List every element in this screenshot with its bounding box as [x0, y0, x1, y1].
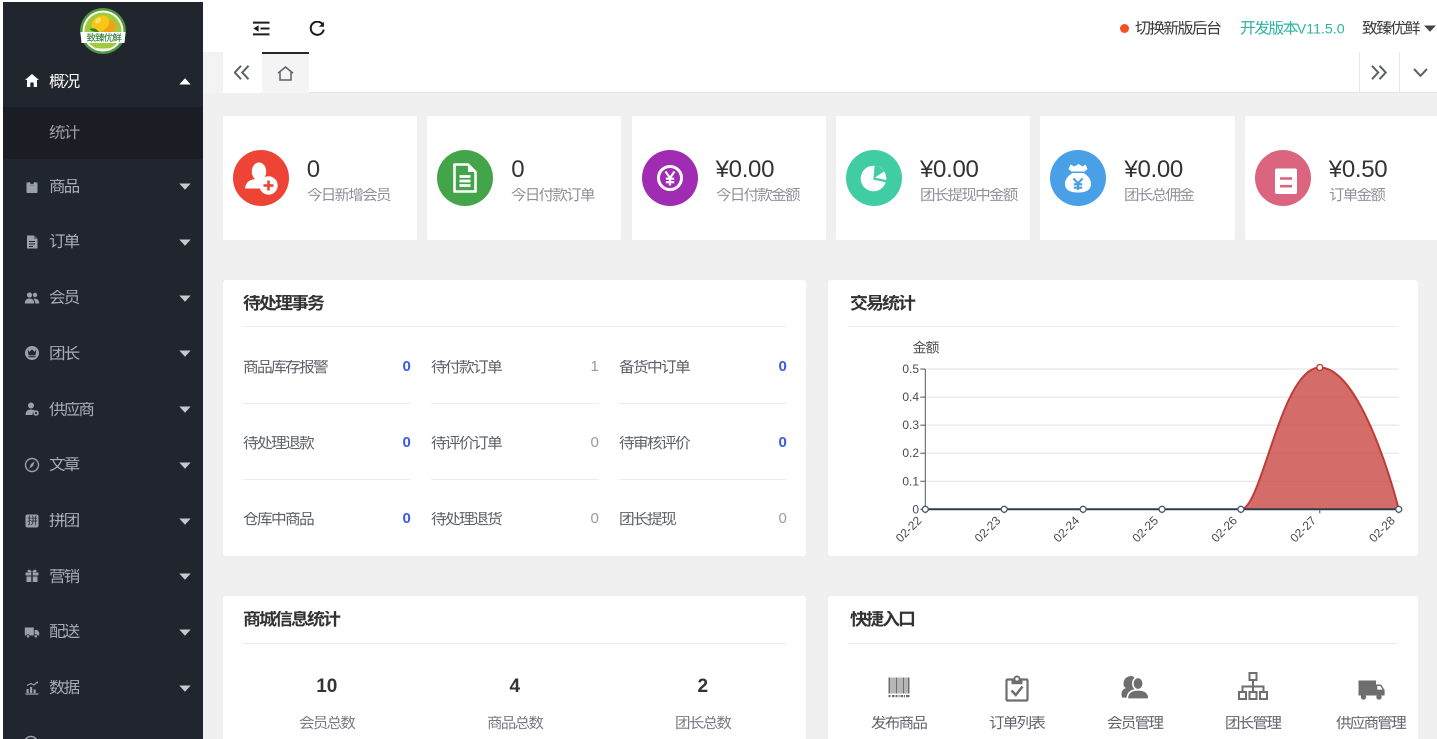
- svg-text:02-28: 02-28: [1367, 513, 1399, 545]
- svg-text:0.1: 0.1: [903, 474, 920, 488]
- svg-text:02-25: 02-25: [1130, 513, 1162, 545]
- svg-text:02-27: 02-27: [1288, 513, 1320, 545]
- svg-text:0.4: 0.4: [903, 390, 920, 404]
- svg-text:V11.5.0: V11.5.0: [1297, 21, 1345, 37]
- svg-text:02-26: 02-26: [1209, 513, 1241, 545]
- svg-text:02-24: 02-24: [1051, 513, 1083, 545]
- svg-text:02-22: 02-22: [893, 513, 925, 545]
- svg-text:0.3: 0.3: [903, 418, 920, 432]
- svg-text:0.5: 0.5: [903, 362, 920, 376]
- svg-text:02-23: 02-23: [972, 513, 1004, 545]
- svg-text:0.2: 0.2: [903, 446, 920, 460]
